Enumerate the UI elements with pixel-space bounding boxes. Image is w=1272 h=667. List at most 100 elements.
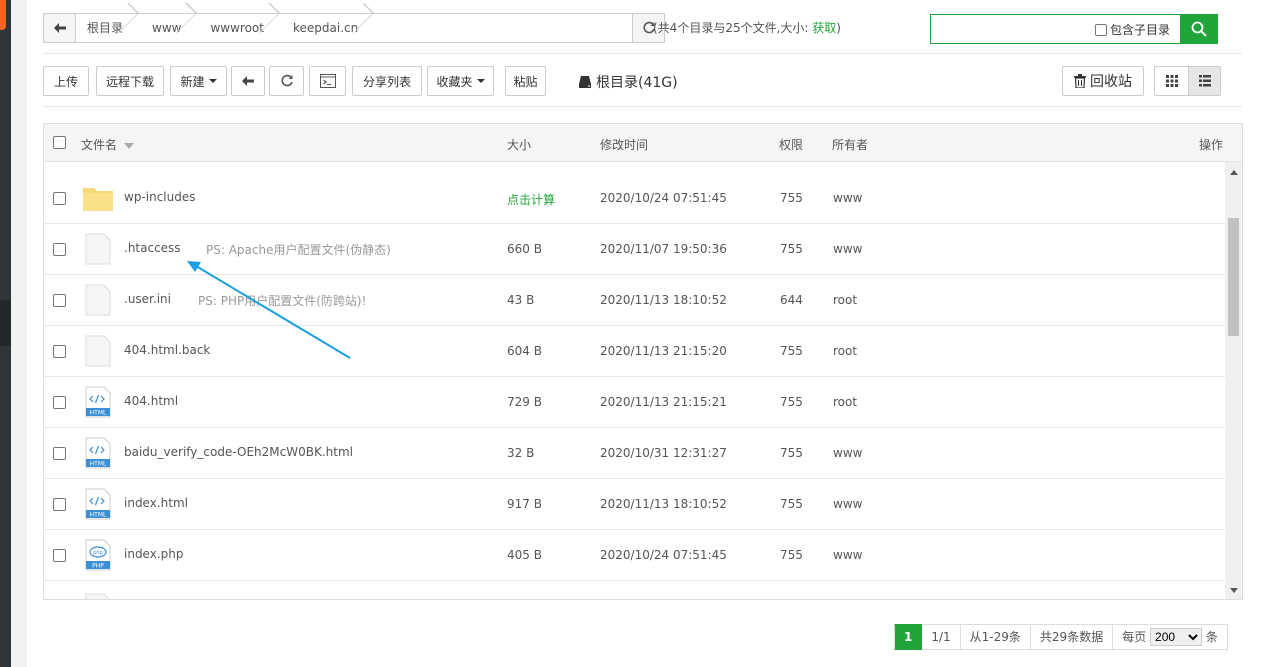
divider [43, 53, 1242, 54]
row-checkbox[interactable] [53, 345, 66, 358]
table-row[interactable]: php PHP index.php 405 B 2020/10/24 07:51:45 7… [44, 530, 1225, 581]
file-name[interactable]: .htaccess [124, 241, 181, 255]
new-label: 新建 [180, 74, 205, 89]
summary-text: (共4个目录与25个文件,大小: [653, 21, 813, 35]
search-icon [1191, 21, 1207, 37]
path-back-button[interactable] [44, 14, 76, 42]
row-checkbox[interactable] [53, 192, 66, 205]
page-1-button[interactable]: 1 [894, 624, 923, 650]
file-perm[interactable]: 755 [780, 344, 803, 358]
file-name[interactable]: .user.ini [124, 292, 171, 306]
scroll-up-arrow-icon[interactable] [1230, 170, 1238, 175]
file-owner[interactable]: www [833, 497, 862, 511]
get-size-link[interactable]: 获取 [812, 21, 836, 35]
file-owner[interactable]: root [833, 293, 857, 307]
table-row[interactable]: .htaccess PS: Apache用户配置文件(伪静态) 660 B 2020/… [44, 224, 1225, 275]
terminal-button[interactable] [309, 66, 346, 96]
disk-label: 根目录(41G) [596, 75, 678, 91]
file-name[interactable]: 404.html.back [124, 343, 210, 357]
row-checkbox[interactable] [53, 243, 66, 256]
scroll-thumb[interactable] [1228, 218, 1239, 336]
table-row[interactable]: HTML index.html 917 B 2020/11/13 18:10:52 75… [44, 479, 1225, 530]
table-row[interactable]: .user.ini PS: PHP用户配置文件(防跨站)! 43 B 2020/11/… [44, 275, 1225, 326]
include-subdir-option[interactable]: 包含子目录 [1095, 21, 1170, 38]
file-perm[interactable]: 644 [780, 293, 803, 307]
file-mtime: 2020/10/24 07:51:45 [600, 548, 727, 562]
search-input[interactable] [933, 17, 1093, 41]
file-note: PS: Apache用户配置文件(伪静态) [206, 243, 391, 257]
breadcrumb-item[interactable]: wwwroot [199, 14, 282, 42]
file-owner[interactable]: root [833, 395, 857, 409]
table-row[interactable] [44, 589, 1225, 599]
record-total: 共29条数据 [1030, 624, 1114, 650]
row-checkbox[interactable] [53, 549, 66, 562]
file-name[interactable]: baidu_verify_code-OEh2McW0BK.html [124, 445, 353, 459]
row-checkbox[interactable] [53, 447, 66, 460]
file-name[interactable]: index.php [124, 547, 183, 561]
caret-down-icon [208, 79, 217, 83]
row-checkbox[interactable] [53, 396, 66, 409]
file-perm[interactable]: 755 [780, 497, 803, 511]
file-mtime: 2020/11/13 18:10:52 [600, 497, 727, 511]
svg-text:php: php [93, 550, 103, 556]
paste-button[interactable]: 粘贴 [505, 66, 546, 96]
upload-button[interactable]: 上传 [43, 66, 89, 96]
breadcrumb: 根目录 www wwwroot keepdai.cn [76, 14, 376, 42]
table-row[interactable]: HTML baidu_verify_code-OEh2McW0BK.html 32 … [44, 428, 1225, 479]
file-perm[interactable]: 755 [780, 446, 803, 460]
col-size-header[interactable]: 大小 [507, 136, 531, 153]
file-owner[interactable]: www [833, 548, 862, 562]
caret-down-icon [476, 79, 485, 83]
col-name-header[interactable]: 文件名 [81, 136, 134, 153]
share-list-button[interactable]: 分享列表 [352, 66, 422, 96]
breadcrumb-item[interactable]: 根目录 [76, 14, 141, 42]
sort-down-icon [123, 143, 134, 149]
file-owner[interactable]: www [833, 446, 862, 460]
scroll-down-arrow-icon[interactable] [1230, 588, 1238, 593]
search-button[interactable] [1180, 14, 1218, 44]
remote-download-button[interactable]: 远程下载 [96, 66, 164, 96]
table-row[interactable]: 404.html.back 604 B 2020/11/13 21:15:20 755… [44, 326, 1225, 377]
select-all-checkbox[interactable] [53, 136, 66, 149]
search-box: 包含子目录 [930, 14, 1218, 44]
row-checkbox[interactable] [53, 294, 66, 307]
per-page-select[interactable]: 200 [1150, 628, 1203, 646]
include-subdir-checkbox[interactable] [1095, 23, 1107, 36]
favorites-dropdown-button[interactable]: 收藏夹 [427, 66, 494, 96]
file-mtime: 2020/10/24 07:51:45 [600, 191, 727, 205]
breadcrumb-item[interactable]: www [141, 14, 199, 42]
file-perm[interactable]: 755 [780, 242, 803, 256]
file-size[interactable]: 点击计算 [507, 191, 555, 208]
php-file-icon: php PHP [82, 539, 114, 571]
file-name[interactable]: index.html [124, 496, 188, 510]
favorites-label: 收藏夹 [436, 74, 473, 89]
include-subdir-label: 包含子目录 [1110, 23, 1171, 37]
grid-view-button[interactable] [1154, 66, 1189, 96]
left-sidebar-strip [0, 0, 11, 667]
file-owner[interactable]: www [833, 242, 862, 256]
list-view-button[interactable] [1188, 66, 1221, 96]
file-name[interactable]: wp-includes [124, 190, 196, 204]
disk-selector[interactable]: 根目录(41G) [578, 72, 678, 92]
per-page-control: 每页 200 条 [1113, 624, 1228, 650]
table-row[interactable]: wp-includes 点击计算 2020/10/24 07:51:45 755 www [44, 173, 1225, 224]
back-button[interactable] [231, 66, 265, 96]
file-owner[interactable]: www [833, 191, 862, 205]
per-page-label: 每页 [1122, 630, 1147, 644]
row-checkbox[interactable] [53, 498, 66, 511]
file-name[interactable]: 404.html [124, 394, 178, 408]
table-row[interactable]: HTML 404.html 729 B 2020/11/13 21:15:21 755 r… [44, 377, 1225, 428]
refresh-button[interactable] [269, 66, 304, 96]
file-perm[interactable]: 755 [780, 548, 803, 562]
file-perm[interactable]: 755 [780, 395, 803, 409]
file-icon [82, 233, 114, 265]
file-owner[interactable]: root [833, 344, 857, 358]
breadcrumb-item[interactable]: keepdai.cn [282, 14, 376, 42]
recycle-bin-button[interactable]: 回收站 [1062, 66, 1144, 96]
file-perm[interactable]: 755 [780, 191, 803, 205]
sidebar-active-item[interactable] [0, 300, 11, 346]
table-scrollbar[interactable] [1225, 162, 1242, 599]
col-mtime-header[interactable]: 修改时间 [600, 136, 648, 153]
new-dropdown-button[interactable]: 新建 [170, 66, 227, 96]
terminal-icon [319, 74, 336, 88]
